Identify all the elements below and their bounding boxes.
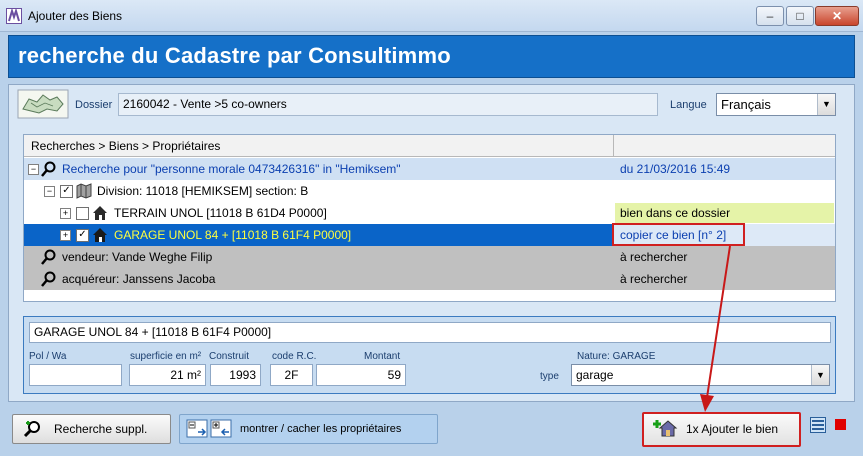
code-rc-field[interactable]: 2F <box>270 364 313 386</box>
house-icon <box>93 206 107 220</box>
tree-header: Recherches > Biens > Propriétaires <box>24 135 835 157</box>
recherche-suppl-button[interactable]: Recherche suppl. <box>12 414 171 444</box>
column-divider <box>613 135 614 157</box>
expand-collapse-icon <box>186 419 232 438</box>
chevron-down-icon[interactable]: ▼ <box>817 94 835 115</box>
montant-field[interactable]: 59 <box>316 364 406 386</box>
garage-checkbox[interactable]: ✓ <box>76 229 89 242</box>
garage-label: GARAGE UNOL 84 + [11018 B 61F4 P0000] <box>114 228 352 242</box>
tree-column-header: Recherches > Biens > Propriétaires <box>31 139 221 153</box>
construit-label: Construit <box>209 351 250 362</box>
division-label: Division: 11018 [HEMIKSEM] section: B <box>97 184 309 198</box>
close-button[interactable]: ✕ <box>815 6 859 26</box>
collapse-icon[interactable]: − <box>44 186 55 197</box>
tree-row-division[interactable]: − ✓ Division: 11018 [HEMIKSEM] section: … <box>24 180 835 202</box>
tree-row-search[interactable]: − Recherche pour "personne morale 047342… <box>24 158 835 180</box>
dossier-label: Dossier <box>75 99 113 111</box>
maximize-button[interactable]: □ <box>786 6 814 26</box>
expand-icon[interactable]: + <box>60 208 71 219</box>
construit-field[interactable]: 1993 <box>210 364 261 386</box>
window-title: Ajouter des Biens <box>28 9 123 23</box>
terrain-checkbox[interactable] <box>76 207 89 220</box>
annotation-arrow-icon <box>700 245 731 412</box>
ajouter-bien-label: 1x Ajouter le bien <box>686 422 779 436</box>
terrain-label: TERRAIN UNOL [11018 B 61D4 P0000] <box>114 206 327 220</box>
langue-select[interactable]: Français ▼ <box>716 93 836 116</box>
dossier-field[interactable]: 2160042 - Vente >5 co-owners <box>118 93 658 116</box>
header-banner: recherche du Cadastre par Consultimmo <box>8 35 855 78</box>
langue-label: Langue <box>670 99 707 111</box>
grid-view-icon[interactable] <box>810 417 826 433</box>
search-icon <box>41 271 56 287</box>
superficie-label: superficie en m² <box>130 351 202 362</box>
nature-label: Nature: GARAGE <box>577 351 656 362</box>
montant-label: Montant <box>364 351 401 362</box>
chevron-down-icon[interactable]: ▼ <box>811 365 829 385</box>
tree-row-terrain[interactable]: + TERRAIN UNOL [11018 B 61D4 P0000] bien… <box>24 202 835 224</box>
division-checkbox[interactable]: ✓ <box>60 185 73 198</box>
add-house-icon <box>653 420 678 437</box>
search-row-label: Recherche pour "personne morale 04734263… <box>62 162 401 176</box>
code-rc-label: code R.C. <box>272 351 317 362</box>
recherche-suppl-label: Recherche suppl. <box>54 422 148 436</box>
terrain-status: bien dans ce dossier <box>620 206 731 220</box>
langue-value: Français <box>721 97 771 112</box>
search-add-icon <box>23 421 40 438</box>
search-icon <box>41 249 56 265</box>
page-title: recherche du Cadastre par Consultimmo <box>18 43 451 68</box>
window-titlebar <box>0 0 863 32</box>
ajouter-bien-button[interactable]: 1x Ajouter le bien <box>642 412 801 447</box>
map-logo-icon <box>17 89 69 119</box>
superficie-field[interactable]: 21 m² <box>129 364 206 386</box>
annotation-highlight-box <box>612 223 745 246</box>
search-icon <box>41 161 56 177</box>
stop-icon[interactable] <box>835 419 846 430</box>
acquereur-label: acquéreur: Janssens Jacoba <box>62 272 216 286</box>
pol-field[interactable] <box>29 364 122 386</box>
type-label: type <box>540 371 559 382</box>
acquereur-status: à rechercher <box>620 272 688 286</box>
expand-icon[interactable]: + <box>60 230 71 241</box>
collapse-icon[interactable]: − <box>28 164 39 175</box>
pol-label: Pol / Wa <box>29 351 67 362</box>
montrer-cacher-label: montrer / cacher les propriétaires <box>240 423 402 435</box>
app-icon <box>6 8 22 24</box>
vendeur-label: vendeur: Vande Weghe Filip <box>62 250 213 264</box>
montrer-cacher-button[interactable]: montrer / cacher les propriétaires <box>179 414 438 444</box>
map-icon <box>76 183 92 199</box>
search-row-date: du 21/03/2016 15:49 <box>620 162 731 176</box>
vendeur-status: à rechercher <box>620 250 688 264</box>
type-value: garage <box>576 368 614 382</box>
house-icon <box>93 228 107 242</box>
minimize-button[interactable]: – <box>756 6 784 26</box>
